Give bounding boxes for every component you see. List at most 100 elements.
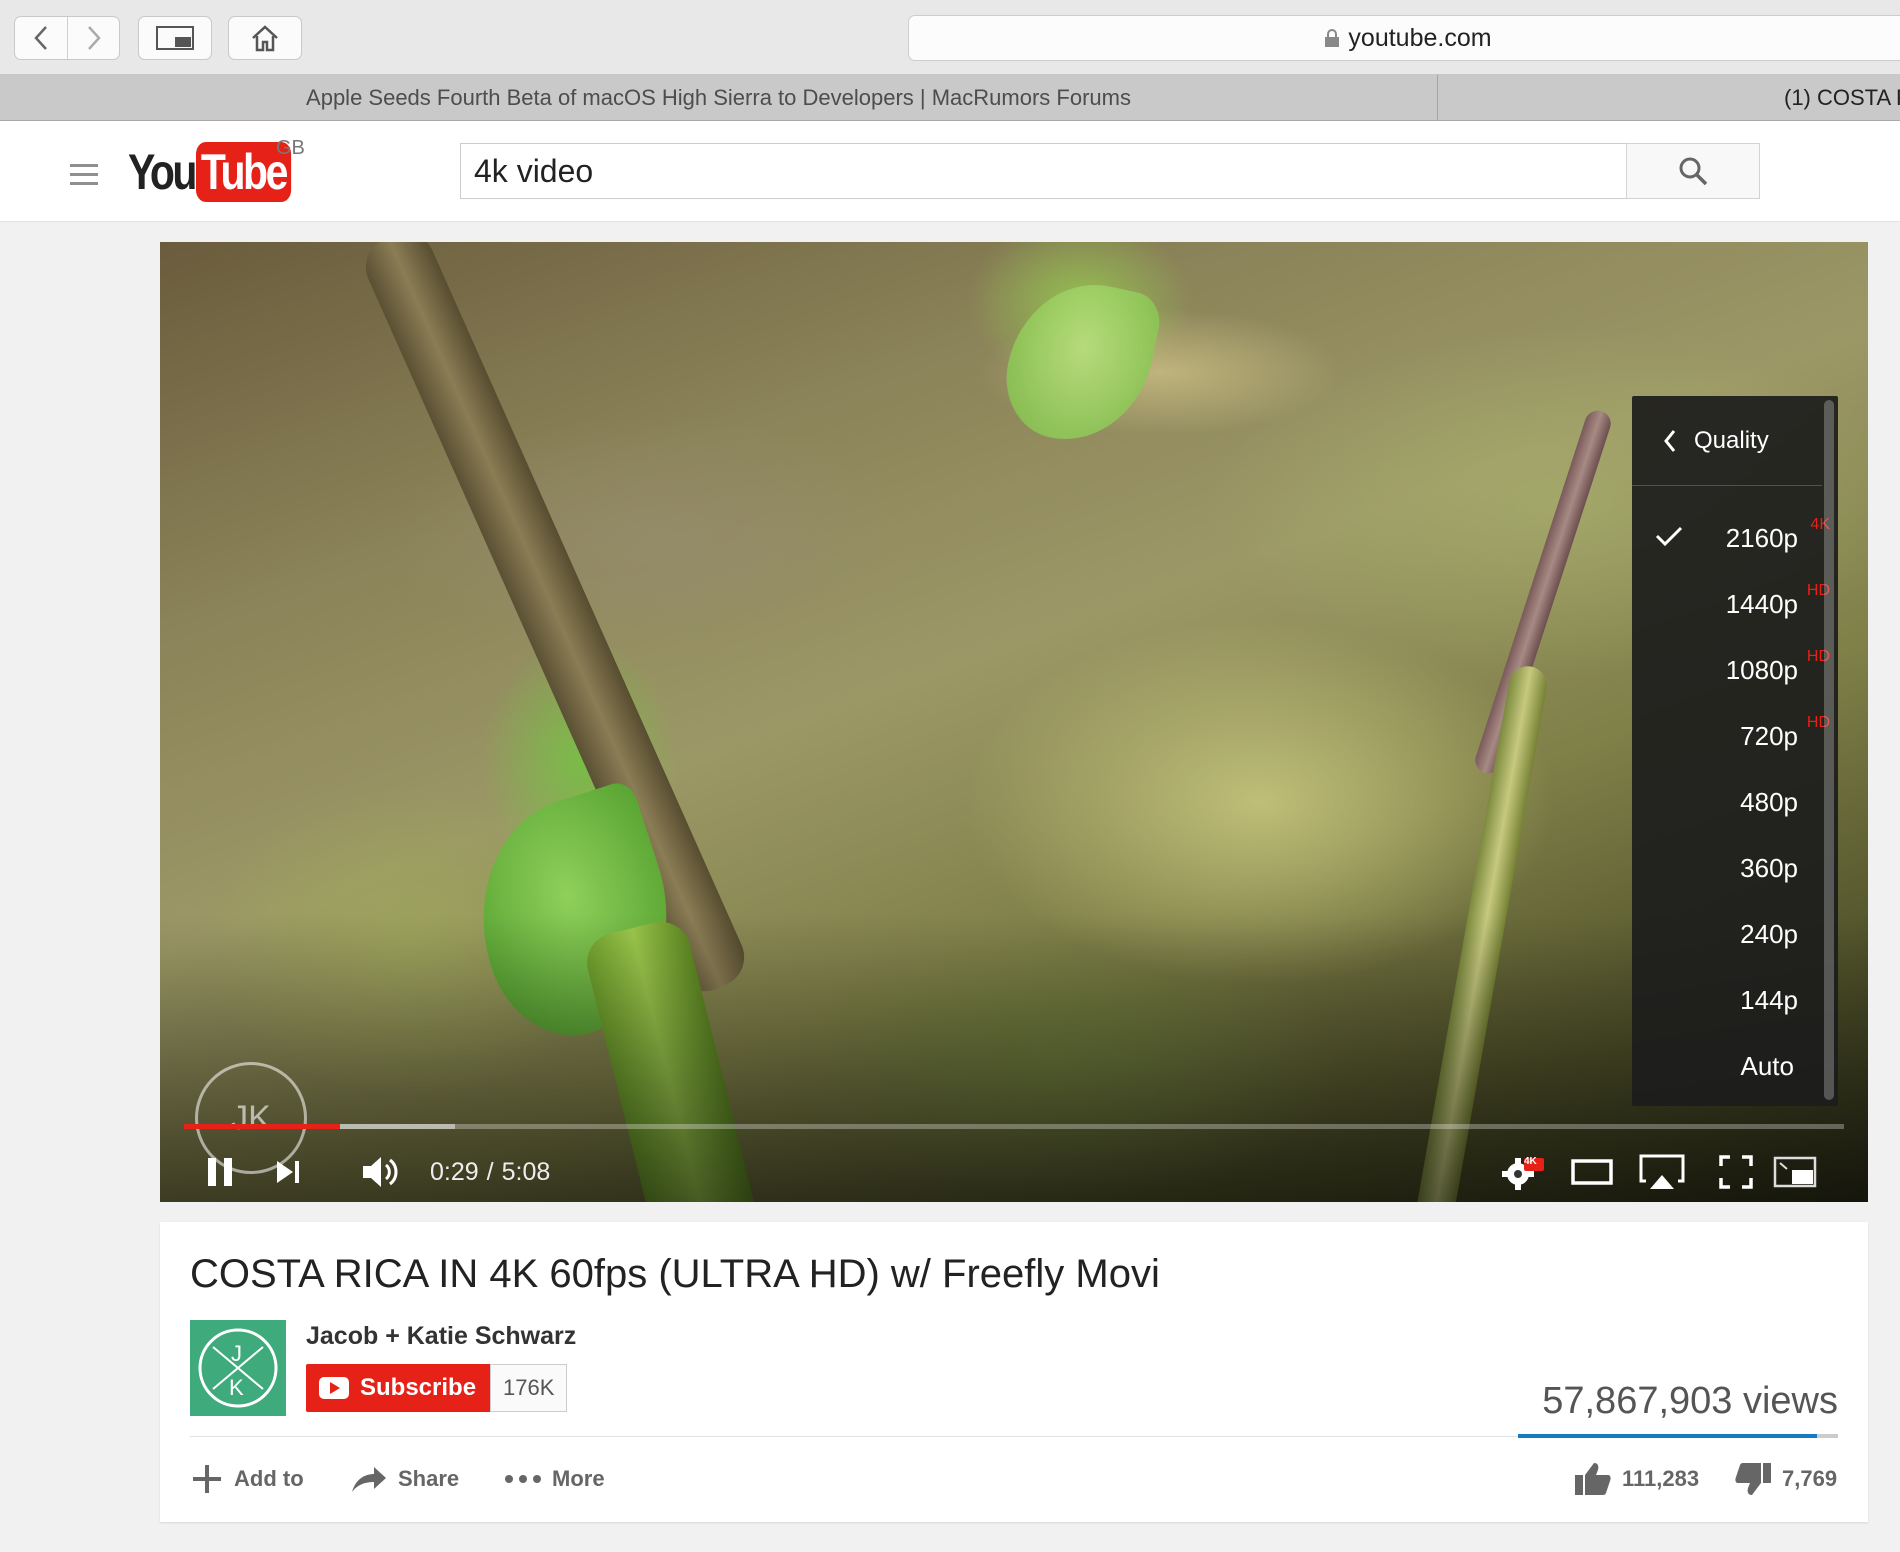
skip-next-icon [277, 1161, 299, 1183]
address-text: youtube.com [1348, 23, 1492, 52]
menu-icon[interactable] [70, 164, 98, 191]
channel-avatar[interactable]: JK [190, 1320, 286, 1416]
sidebar-toggle-button[interactable] [138, 16, 212, 60]
quality-option-240p[interactable]: 240p [1740, 904, 1798, 964]
quality-option-2160p[interactable]: 2160p 4K [1725, 508, 1830, 568]
address-bar[interactable]: youtube.com [908, 15, 1900, 61]
chevron-left-icon [1664, 429, 1676, 452]
time-display: 0:29 / 5:08 [430, 1142, 550, 1202]
settings-4k-badge: 4K [1524, 1156, 1537, 1167]
theater-mode-icon [1571, 1159, 1613, 1185]
settings-button[interactable]: 4K [1500, 1142, 1546, 1202]
chevron-left-icon [34, 26, 47, 50]
subscribe-button[interactable]: Subscribe [306, 1364, 491, 1412]
quality-option-label: 720p [1740, 720, 1798, 751]
browser-toolbar: youtube.com [0, 0, 1900, 75]
channel-logo-icon: JK [198, 1328, 278, 1408]
watermark-text: JK [231, 1098, 271, 1137]
search-value: 4k video [474, 152, 594, 189]
search-button[interactable] [1626, 143, 1760, 199]
thumbs-down-icon [1735, 1463, 1771, 1495]
share-button[interactable]: Share [350, 1454, 459, 1504]
volume-button[interactable] [360, 1142, 402, 1202]
dislike-count: 7,769 [1782, 1466, 1838, 1491]
svg-text:K: K [229, 1375, 244, 1400]
airplay-icon [1639, 1154, 1685, 1189]
airplay-button[interactable] [1638, 1142, 1686, 1202]
tab-macrumors[interactable]: Apple Seeds Fourth Beta of macOS High Si… [0, 75, 1438, 121]
duration: 5:08 [501, 1157, 551, 1186]
video-title: COSTA RICA IN 4K 60fps (ULTRA HD) w/ Fre… [190, 1252, 1160, 1296]
more-button[interactable]: More [504, 1454, 605, 1504]
dislike-button[interactable]: 7,769 [1734, 1454, 1837, 1504]
nav-button-group [14, 16, 120, 60]
quality-option-1440p[interactable]: 1440p HD [1725, 574, 1830, 634]
search-input[interactable]: 4k video [460, 143, 1626, 199]
video-player[interactable]: JK 0:29 / 5:08 4K Quality 2160p 4K 1440p… [160, 242, 1868, 1202]
more-label: More [552, 1466, 605, 1491]
quality-menu-scrollbar[interactable] [1824, 400, 1834, 1100]
quality-option-label: 1080p [1725, 654, 1798, 685]
fullscreen-button[interactable] [1718, 1142, 1754, 1202]
checkmark-icon [1655, 526, 1683, 547]
back-button[interactable] [15, 17, 67, 59]
share-icon [352, 1467, 386, 1492]
quality-back-button[interactable]: Quality [1632, 396, 1822, 486]
youtube-header: You Tube GB 4k video [0, 121, 1900, 222]
logo-you-text: You [128, 144, 197, 200]
quality-option-720p[interactable]: 720p HD [1740, 706, 1830, 766]
picture-in-picture-button[interactable] [1772, 1142, 1818, 1202]
quality-option-label: 144p [1740, 984, 1798, 1015]
quality-option-480p[interactable]: 480p [1740, 772, 1798, 832]
pause-icon [208, 1158, 232, 1186]
more-icon [505, 1475, 541, 1483]
theater-mode-button[interactable] [1570, 1142, 1614, 1202]
youtube-logo[interactable]: You Tube GB [128, 137, 312, 203]
lock-icon [1325, 29, 1340, 47]
like-button[interactable]: 111,283 [1574, 1454, 1699, 1504]
region-label: GB [276, 137, 305, 159]
chevron-right-icon [87, 26, 101, 50]
quality-option-label: 1440p [1725, 588, 1798, 619]
progress-played [184, 1124, 341, 1129]
quality-option-label: 240p [1740, 918, 1798, 949]
quality-option-label: 480p [1740, 786, 1798, 817]
quality-option-auto[interactable]: Auto [1741, 1036, 1795, 1096]
current-time: 0:29 [430, 1157, 479, 1186]
quality-option-label: 360p [1740, 852, 1798, 883]
subscriber-count: 176K [490, 1364, 568, 1412]
add-to-button[interactable]: Add to [190, 1454, 304, 1504]
channel-name[interactable]: Jacob + Katie Schwarz [306, 1322, 576, 1351]
search-icon [1679, 157, 1708, 186]
home-icon [252, 25, 278, 52]
svg-text:J: J [231, 1341, 242, 1366]
add-to-label: Add to [234, 1466, 304, 1491]
fullscreen-icon [1719, 1155, 1753, 1189]
thumbs-up-icon [1575, 1463, 1611, 1495]
like-ratio-fill [1518, 1434, 1818, 1438]
pause-button[interactable] [200, 1142, 240, 1202]
quality-menu: Quality 2160p 4K 1440p HD 1080p HD 720p HD 4… [1632, 396, 1838, 1106]
subscribe-group: Subscribe 176K [306, 1364, 568, 1412]
home-button[interactable] [228, 16, 302, 60]
quality-option-360p[interactable]: 360p [1740, 838, 1798, 898]
volume-icon [363, 1157, 398, 1187]
youtube-play-icon [319, 1377, 349, 1399]
subscribe-label: Subscribe [360, 1374, 477, 1401]
picture-in-picture-icon [1773, 1156, 1817, 1188]
tab-youtube[interactable]: (1) COSTA R [1439, 75, 1900, 121]
progress-bar[interactable] [184, 1124, 1844, 1129]
quality-option-144p[interactable]: 144p [1740, 970, 1798, 1030]
plus-icon [193, 1465, 221, 1493]
gear-icon [1502, 1158, 1544, 1190]
quality-option-1080p[interactable]: 1080p HD [1725, 640, 1830, 700]
forward-button[interactable] [67, 17, 119, 59]
video-info-card: COSTA RICA IN 4K 60fps (ULTRA HD) w/ Fre… [160, 1222, 1868, 1522]
next-button[interactable] [272, 1142, 304, 1202]
tab-bar: Apple Seeds Fourth Beta of macOS High Si… [0, 75, 1900, 121]
quality-option-label: Auto [1740, 1050, 1795, 1081]
time-separator: / [486, 1157, 494, 1186]
quality-option-label: 2160p [1725, 522, 1798, 553]
share-label: Share [398, 1466, 460, 1491]
controls-gradient [160, 242, 1868, 1202]
